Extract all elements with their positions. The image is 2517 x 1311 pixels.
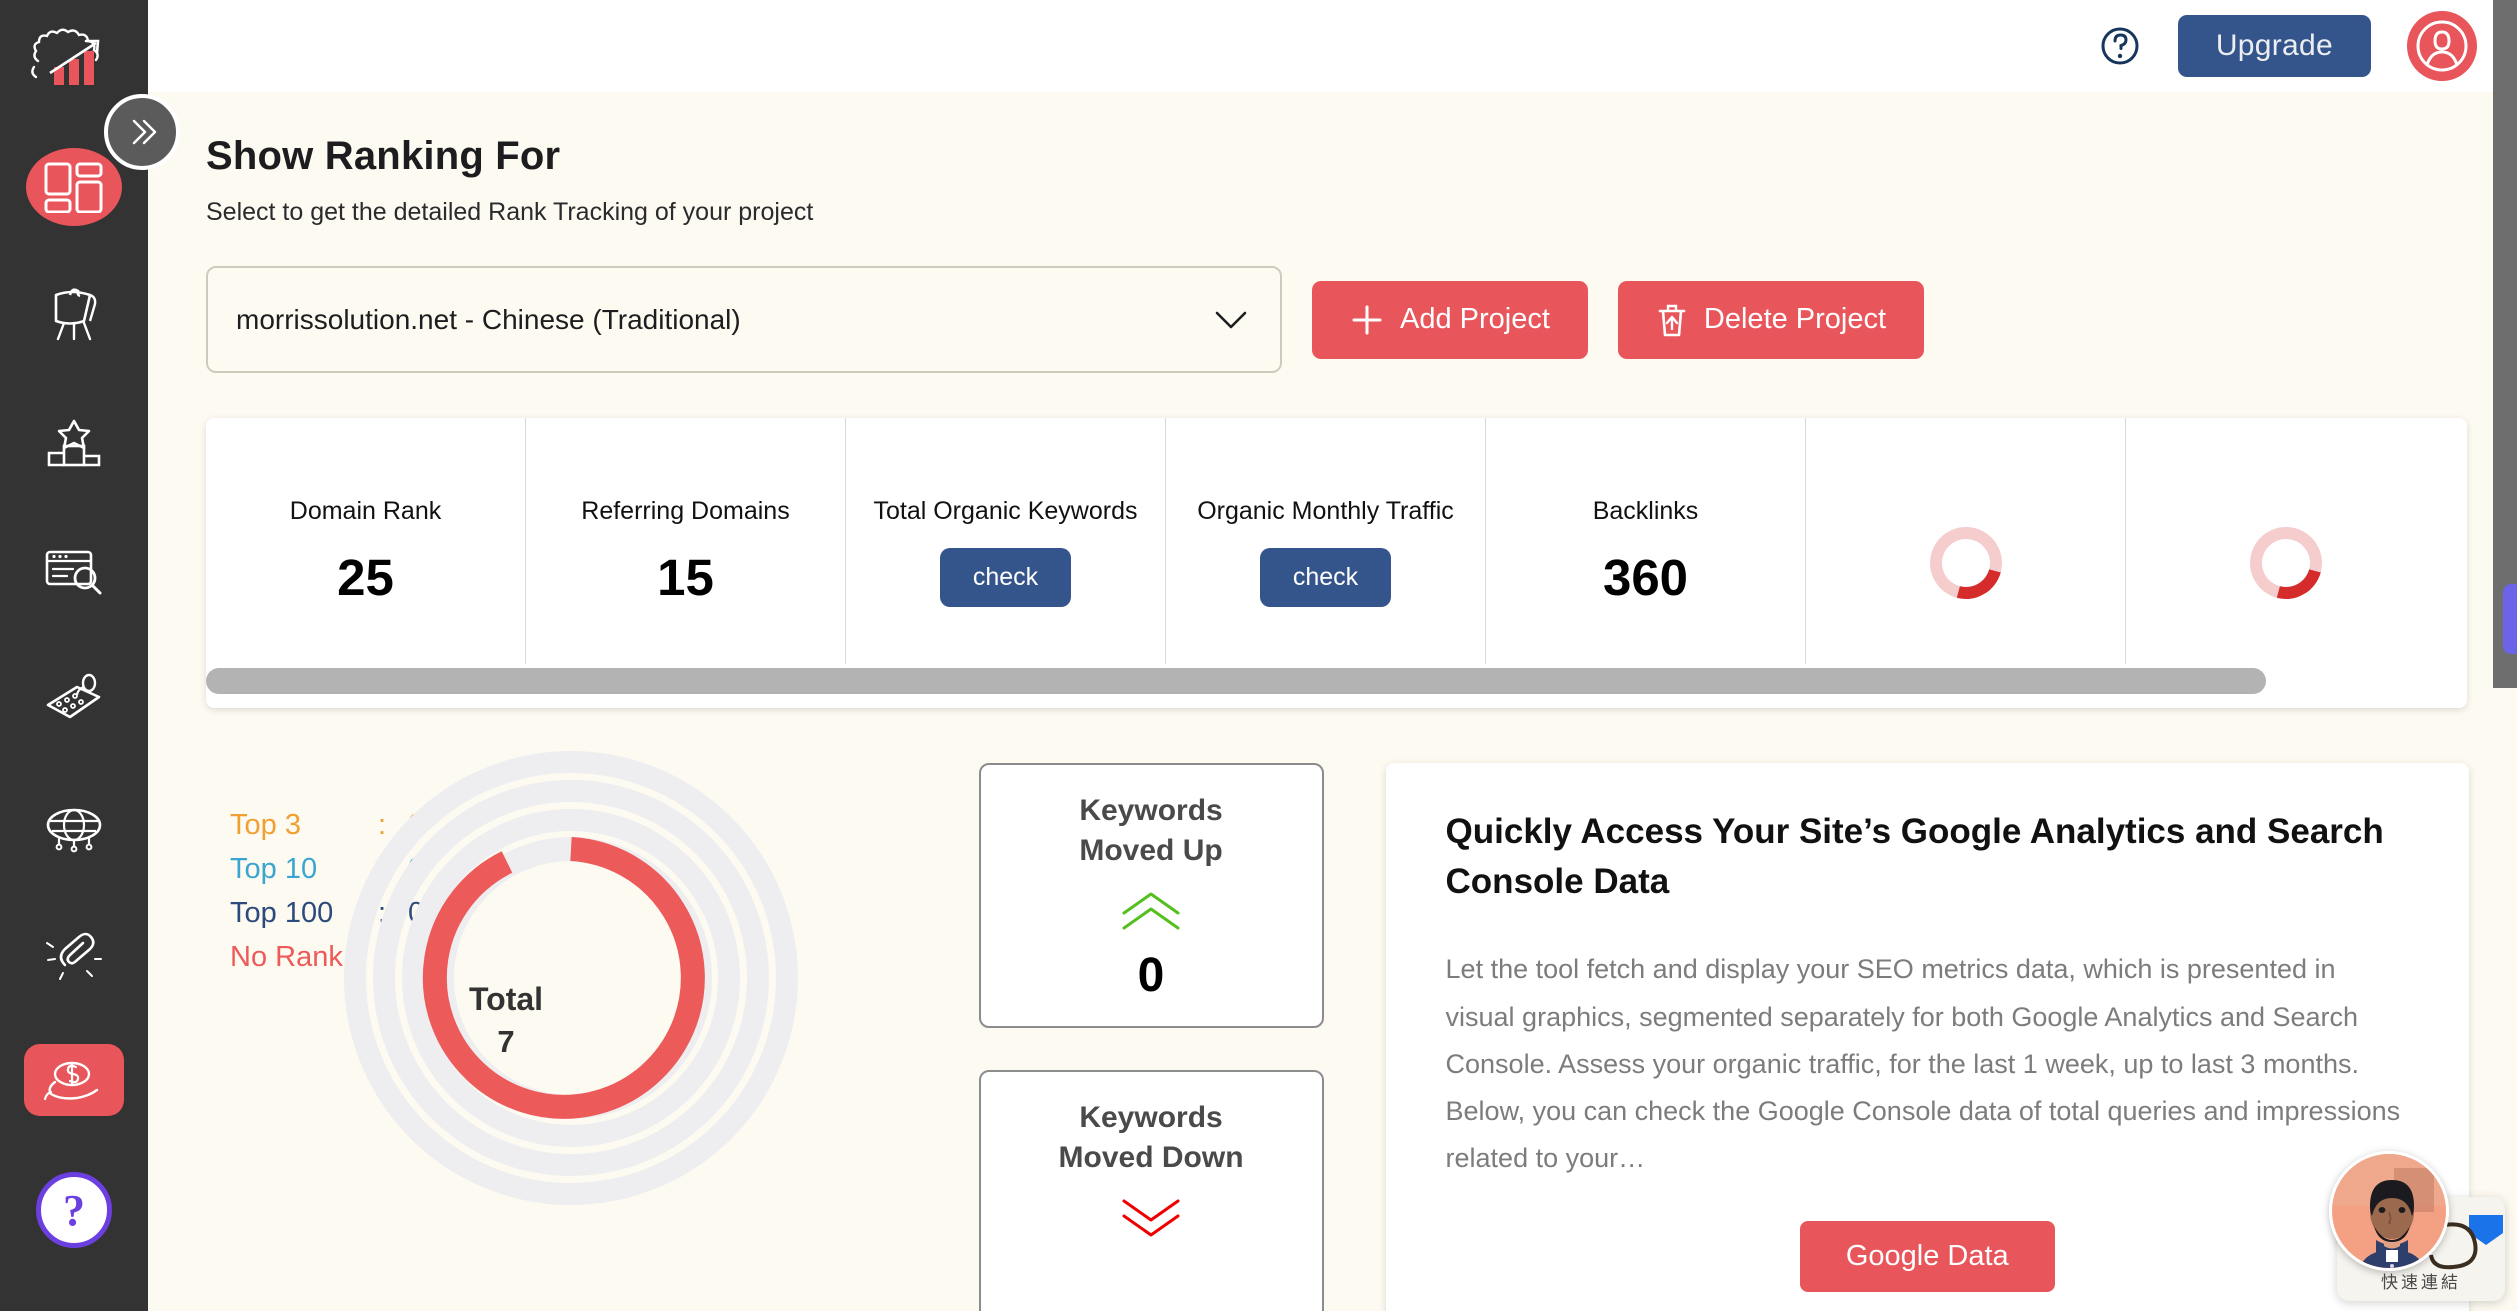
double-chevron-up-icon xyxy=(1122,892,1180,930)
stat-cell-backlinks: Backlinks 360 xyxy=(1486,418,1806,664)
stat-label: Referring Domains xyxy=(581,497,790,525)
trash-upload-icon xyxy=(1658,304,1686,336)
ga-card-body: Let the tool fetch and display your SEO … xyxy=(1445,954,2401,1174)
keywords-moved-down-card[interactable]: Keywords Moved Down xyxy=(978,1070,1324,1311)
project-selector-row: morrissolution.net - Chinese (Traditiona… xyxy=(206,266,2469,373)
sidebar-item-rank-tracking[interactable] xyxy=(26,404,122,482)
moved-up-value: 0 xyxy=(1137,949,1165,1003)
easel-presentation-icon xyxy=(54,288,97,341)
google-analytics-card: Quickly Access Your Site’s Google Analyt… xyxy=(1385,763,2469,1311)
stats-row: Domain Rank 25 Referring Domains 15 Tota… xyxy=(206,418,2467,664)
ga-card-title: Quickly Access Your Site’s Google Analyt… xyxy=(1445,812,2384,901)
page-subtitle: Select to get the detailed Rank Tracking… xyxy=(206,198,814,226)
feedback-side-tab[interactable] xyxy=(2503,584,2517,654)
add-project-label: Add Project xyxy=(1400,303,1550,335)
topbar: Upgrade xyxy=(148,0,2517,92)
donut-total-label: Total xyxy=(468,981,544,1017)
card-title: Keywords Moved Up xyxy=(1079,791,1222,871)
google-data-button[interactable]: Google Data xyxy=(1799,1220,2055,1292)
google-data-column: Quickly Access Your Site’s Google Analyt… xyxy=(1385,763,2469,1311)
page-content: Show Ranking For Select to get the detai… xyxy=(148,92,2517,1311)
globe-network-icon xyxy=(46,808,102,853)
sidebar-item-reports[interactable] xyxy=(26,276,122,354)
dashboard-icon xyxy=(44,162,103,213)
moved-down-arrow xyxy=(1119,1196,1183,1245)
sidebar-item-keyword-tool[interactable] xyxy=(26,660,122,738)
user-avatar-icon xyxy=(2416,20,2468,72)
loading-spinner-icon xyxy=(2236,513,2336,613)
chat-support-widget[interactable]: 快速連結 xyxy=(2329,1151,2505,1301)
help-circle-button[interactable] xyxy=(2098,24,2142,68)
add-project-button[interactable]: Add Project xyxy=(1312,280,1588,359)
question-circle-icon xyxy=(2101,27,2139,65)
analytics-gear-logo-icon xyxy=(31,28,100,85)
project-select-value: morrissolution.net - Chinese (Traditiona… xyxy=(236,303,741,335)
stat-cell-loading-2 xyxy=(2126,418,2446,664)
plus-icon xyxy=(1352,305,1382,334)
money-hand-icon xyxy=(43,1061,99,1101)
delete-project-button[interactable]: Delete Project xyxy=(1617,280,1925,359)
stat-cell-organic-monthly-traffic: Organic Monthly Traffic check xyxy=(1166,418,1486,664)
loading-spinner-icon xyxy=(1916,513,2015,613)
help-fab-button[interactable]: ? xyxy=(36,1172,112,1248)
sidebar-item-link-building[interactable] xyxy=(26,916,122,994)
sidebar: ? xyxy=(0,0,148,1311)
stat-label: Organic Monthly Traffic xyxy=(1197,497,1454,525)
stat-cell-loading-1 xyxy=(1806,418,2126,664)
keywords-moved-up-card[interactable]: Keywords Moved Up 0 xyxy=(978,763,1324,1028)
sidebar-item-site-audit[interactable] xyxy=(26,532,122,610)
check-organic-traffic-button[interactable]: check xyxy=(1259,548,1392,607)
check-organic-keywords-button[interactable]: check xyxy=(939,548,1072,607)
app-logo[interactable] xyxy=(19,24,129,110)
delete-project-label: Delete Project xyxy=(1703,303,1887,335)
page-title: Show Ranking For xyxy=(206,134,561,178)
stats-horizontal-scrollbar[interactable] xyxy=(206,668,2266,694)
sidebar-item-dashboard[interactable] xyxy=(26,148,122,226)
paperclip-icon xyxy=(46,932,102,980)
keyboard-mouse-icon xyxy=(46,673,101,719)
donut-total-value: 7 xyxy=(497,1024,515,1059)
chat-card-text: 快速連結 xyxy=(2381,1273,2461,1292)
stat-cell-domain-rank: Domain Rank 25 xyxy=(206,418,526,664)
stat-value: 25 xyxy=(337,549,394,606)
chevron-down-icon xyxy=(1215,311,1247,328)
stat-value: 360 xyxy=(1602,549,1689,606)
donut-center-label: Total 7 xyxy=(416,981,596,1060)
card-title-line1: Keywords xyxy=(1079,794,1223,827)
ranking-distribution-chart: Top 3 : 0 Top 10 : 0 Top 100 : 0 No Rank… xyxy=(206,751,979,1283)
double-chevron-right-icon xyxy=(132,119,157,145)
card-title-line2: Moved Up xyxy=(1079,834,1223,868)
ga-button-row: Google Data xyxy=(1446,1220,2409,1292)
stat-label: Total Organic Keywords xyxy=(873,497,1138,525)
stat-label: Backlinks xyxy=(1592,497,1699,525)
donut-chart-icon xyxy=(344,751,798,1205)
podium-star-icon xyxy=(47,419,101,467)
stat-label: Domain Rank xyxy=(289,497,442,525)
sidebar-item-billing[interactable] xyxy=(24,1044,124,1116)
stat-value: 15 xyxy=(657,549,714,606)
card-title: Keywords Moved Down xyxy=(1059,1098,1244,1178)
stat-cell-referring-domains: Referring Domains 15 xyxy=(526,418,846,664)
sidebar-collapse-button[interactable] xyxy=(104,94,180,170)
stat-cell-total-organic-keywords: Total Organic Keywords check xyxy=(846,418,1166,664)
moved-up-arrow xyxy=(1119,889,1183,938)
site-audit-search-icon xyxy=(45,550,102,595)
card-title-line1: Keywords xyxy=(1079,1101,1223,1134)
upgrade-button[interactable]: Upgrade xyxy=(2177,15,2371,77)
chat-agent-avatar[interactable] xyxy=(2329,1151,2449,1271)
app-root: ? Upgrade Show Ranking For Select to get… xyxy=(0,0,2517,1311)
sidebar-item-backlinks[interactable] xyxy=(26,788,122,866)
user-avatar-button[interactable] xyxy=(2407,11,2477,81)
double-chevron-down-icon xyxy=(1122,1199,1180,1237)
card-title-line2: Moved Down xyxy=(1058,1141,1244,1175)
project-select[interactable]: morrissolution.net - Chinese (Traditiona… xyxy=(206,266,1282,373)
bottom-section: Top 3 : 0 Top 10 : 0 Top 100 : 0 No Rank… xyxy=(206,751,2469,1311)
stats-card: Domain Rank 25 Referring Domains 15 Tota… xyxy=(206,418,2467,708)
sidebar-nav xyxy=(0,148,148,1166)
main-area: Upgrade Show Ranking For Select to get t… xyxy=(148,0,2517,1311)
keyword-movement-cards: Keywords Moved Up 0 Keywords Moved Down xyxy=(978,763,1324,1311)
